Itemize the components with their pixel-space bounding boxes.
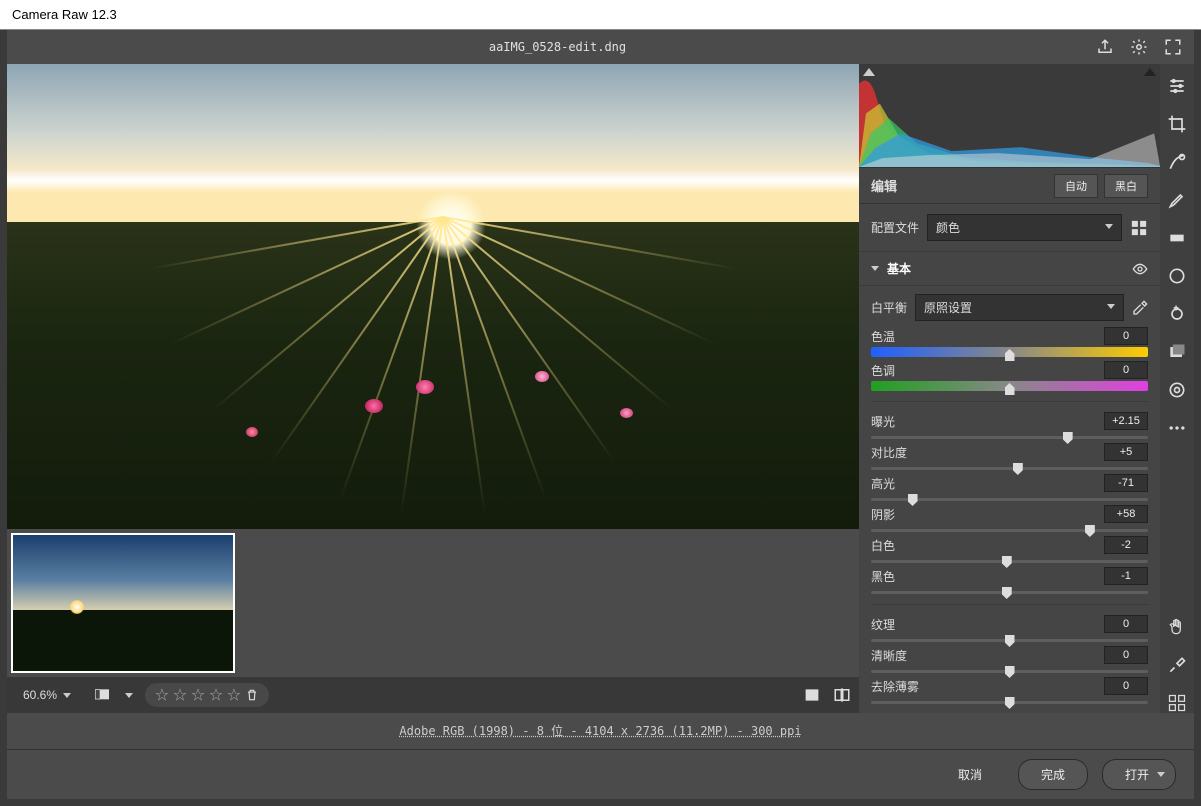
- star-icon[interactable]: [191, 688, 205, 702]
- slider-曝光[interactable]: 曝光+2.15: [871, 412, 1148, 439]
- bw-button[interactable]: 黑白: [1104, 174, 1148, 198]
- profile-browser-icon[interactable]: [1130, 219, 1148, 237]
- export-icon[interactable]: [1096, 38, 1114, 56]
- more-icon[interactable]: [1167, 418, 1187, 438]
- star-icon[interactable]: [209, 688, 223, 702]
- exposure-warning-icon[interactable]: [91, 687, 113, 703]
- file-name: aaIMG_0528-edit.dng: [19, 40, 1096, 54]
- image-info[interactable]: Adobe RGB (1998) - 8 位 - 4104 x 2736 (11…: [7, 713, 1194, 749]
- rating-stars[interactable]: [145, 683, 269, 707]
- compare-view-icon[interactable]: [833, 686, 851, 704]
- slider-value[interactable]: 0: [1104, 677, 1148, 695]
- chevron-down-icon: [1157, 772, 1165, 777]
- chevron-down-icon: [871, 266, 879, 271]
- edit-panel: 编辑 自动 黑白 配置文件 颜色 基本 白平衡 原照设置: [859, 64, 1160, 713]
- slider-value[interactable]: 0: [1104, 615, 1148, 633]
- filmstrip: [7, 529, 859, 677]
- topbar: aaIMG_0528-edit.dng: [7, 30, 1194, 64]
- slider-value[interactable]: 0: [1104, 646, 1148, 664]
- image-preview[interactable]: [7, 64, 859, 529]
- profile-select[interactable]: 颜色: [927, 214, 1122, 241]
- slider-value[interactable]: +5: [1104, 443, 1148, 461]
- presets-icon[interactable]: [1167, 380, 1187, 400]
- linear-gradient-icon[interactable]: [1167, 228, 1187, 248]
- slider-去除薄雾[interactable]: 去除薄雾0: [871, 677, 1148, 704]
- slider-对比度[interactable]: 对比度+5: [871, 443, 1148, 470]
- profile-label: 配置文件: [871, 219, 919, 236]
- radial-gradient-icon[interactable]: [1167, 266, 1187, 286]
- slider-色温[interactable]: 色温0: [871, 327, 1148, 357]
- histogram[interactable]: [859, 64, 1160, 168]
- slider-value[interactable]: -71: [1104, 474, 1148, 492]
- auto-button[interactable]: 自动: [1054, 174, 1098, 198]
- star-icon[interactable]: [227, 688, 241, 702]
- single-view-icon[interactable]: [803, 686, 821, 704]
- wb-select[interactable]: 原照设置: [915, 294, 1124, 321]
- fullscreen-icon[interactable]: [1164, 38, 1182, 56]
- redeye-icon[interactable]: +: [1167, 304, 1187, 324]
- edit-title: 编辑: [871, 176, 1048, 195]
- brush-icon[interactable]: [1167, 190, 1187, 210]
- crop-icon[interactable]: [1167, 114, 1187, 134]
- eyedropper-icon[interactable]: [1132, 300, 1148, 316]
- star-icon[interactable]: [173, 688, 187, 702]
- slider-纹理[interactable]: 纹理0: [871, 615, 1148, 642]
- slider-value[interactable]: 0: [1104, 361, 1148, 379]
- slider-高光[interactable]: 高光-71: [871, 474, 1148, 501]
- cancel-button[interactable]: 取消: [936, 760, 1004, 789]
- heal-brush-icon[interactable]: [1167, 152, 1187, 172]
- hand-icon[interactable]: [1167, 617, 1187, 637]
- slider-阴影[interactable]: 阴影+58: [871, 505, 1148, 532]
- chevron-down-icon[interactable]: [125, 693, 133, 698]
- slider-value[interactable]: -2: [1104, 536, 1148, 554]
- chevron-down-icon: [1107, 304, 1115, 309]
- slider-value[interactable]: +58: [1104, 505, 1148, 523]
- slider-value[interactable]: 0: [1104, 327, 1148, 345]
- zoom-icon[interactable]: [1167, 655, 1187, 675]
- slider-清晰度[interactable]: 清晰度0: [871, 646, 1148, 673]
- slider-色调[interactable]: 色调0: [871, 361, 1148, 391]
- bottombar: 60.6%: [7, 677, 859, 713]
- titlebar: Camera Raw 12.3: [0, 0, 1201, 30]
- slider-value[interactable]: -1: [1104, 567, 1148, 585]
- eye-icon[interactable]: [1132, 261, 1148, 277]
- actionbar: 取消 完成 打开: [7, 749, 1194, 799]
- snapshots-icon[interactable]: [1167, 342, 1187, 362]
- open-button[interactable]: 打开: [1102, 759, 1176, 790]
- slider-value[interactable]: +2.15: [1104, 412, 1148, 430]
- zoom-select[interactable]: 60.6%: [15, 684, 79, 706]
- slider-黑色[interactable]: 黑色-1: [871, 567, 1148, 594]
- settings-icon[interactable]: [1130, 38, 1148, 56]
- thumbnail[interactable]: [11, 533, 235, 673]
- star-icon[interactable]: [155, 688, 169, 702]
- svg-text:+: +: [1174, 304, 1179, 313]
- tool-column: +: [1160, 64, 1194, 713]
- grid-view-icon[interactable]: [1167, 693, 1187, 713]
- done-button[interactable]: 完成: [1018, 759, 1088, 790]
- chevron-down-icon: [1105, 224, 1113, 229]
- app-title: Camera Raw 12.3: [12, 7, 117, 22]
- basic-section-header[interactable]: 基本: [859, 252, 1160, 286]
- wb-label: 白平衡: [871, 299, 907, 316]
- chevron-down-icon: [63, 693, 71, 698]
- slider-白色[interactable]: 白色-2: [871, 536, 1148, 563]
- trash-icon[interactable]: [245, 688, 259, 702]
- edit-sliders-icon[interactable]: [1167, 76, 1187, 96]
